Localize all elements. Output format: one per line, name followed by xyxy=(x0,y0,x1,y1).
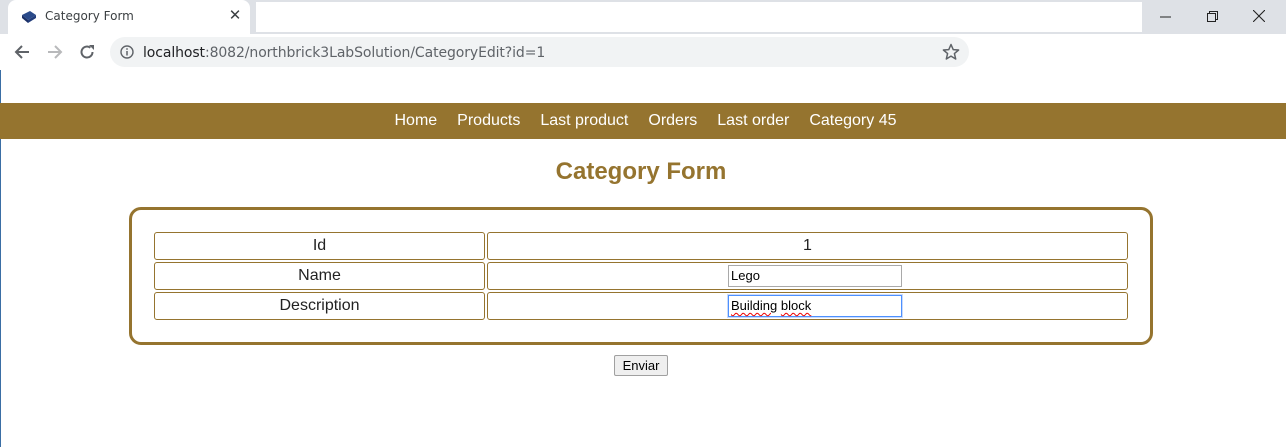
browser-toolbar: localhost:8082/northbrick3LabSolution/Ca… xyxy=(0,34,1286,70)
window-close-icon[interactable] xyxy=(1236,0,1282,32)
favicon-icon xyxy=(22,11,36,23)
submit-button[interactable]: Enviar xyxy=(614,355,668,376)
browser-tab[interactable]: Category Form ✕ xyxy=(8,0,250,34)
page-title: Category Form xyxy=(555,158,727,185)
description-label: Description xyxy=(154,292,485,320)
site-navbar: Home Products Last product Orders Last o… xyxy=(0,103,1286,139)
name-cell: Lego xyxy=(487,262,1128,290)
url-path: :8082/northbrick3LabSolution/CategoryEdi… xyxy=(204,45,546,61)
url-host: localhost xyxy=(143,45,205,61)
nav-link-last-order[interactable]: Last order xyxy=(717,112,789,130)
forward-arrow-icon[interactable] xyxy=(41,38,69,66)
category-form: Id 1 Name Lego Description Building bloc… xyxy=(129,207,1153,345)
form-row-description: Description Building block xyxy=(154,292,1128,320)
id-value: 1 xyxy=(487,232,1128,260)
description-word-1: Building xyxy=(731,298,778,313)
restore-icon[interactable] xyxy=(1189,0,1235,32)
form-row-id: Id 1 xyxy=(154,232,1128,260)
tab-strip-empty-area xyxy=(256,2,1142,32)
back-arrow-icon[interactable] xyxy=(8,38,36,66)
nav-link-category-45[interactable]: Category 45 xyxy=(809,112,896,130)
description-cell: Building block xyxy=(487,292,1128,320)
tab-close-icon[interactable]: ✕ xyxy=(228,8,242,23)
description-input[interactable]: Building block xyxy=(727,294,903,318)
tab-title: Category Form xyxy=(45,9,134,23)
address-bar[interactable]: localhost:8082/northbrick3LabSolution/Ca… xyxy=(110,37,969,67)
url-text: localhost:8082/northbrick3LabSolution/Ca… xyxy=(143,45,545,61)
nav-link-products[interactable]: Products xyxy=(457,112,520,130)
description-word-2: block xyxy=(780,298,812,313)
nav-link-home[interactable]: Home xyxy=(394,112,437,130)
reload-icon[interactable] xyxy=(73,38,101,66)
info-icon[interactable] xyxy=(120,45,134,59)
form-row-name: Name Lego xyxy=(154,262,1128,290)
id-label: Id xyxy=(154,232,485,260)
name-label: Name xyxy=(154,262,485,290)
name-input[interactable]: Lego xyxy=(728,265,902,287)
bookmark-star-icon[interactable] xyxy=(942,43,960,61)
nav-link-last-product[interactable]: Last product xyxy=(540,112,628,130)
minimize-icon[interactable] xyxy=(1142,0,1188,32)
browser-tab-strip: Category Form ✕ xyxy=(0,0,1286,34)
nav-link-orders[interactable]: Orders xyxy=(648,112,697,130)
